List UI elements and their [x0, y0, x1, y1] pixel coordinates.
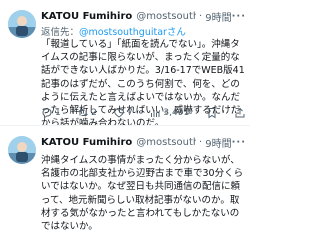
more-options-icon[interactable]: ···: [232, 11, 246, 22]
views-chart-icon: [151, 110, 160, 117]
reply-context: 返信先：@mostsouthguitarさん: [41, 24, 246, 38]
timestamp[interactable]: 9時間: [205, 9, 231, 24]
tweet-actions: 1 2 7 3,491: [41, 106, 246, 120]
tweet-header: KATOU Fumihiro @mostsouthgui... · 9時間 ··…: [41, 8, 246, 24]
reply-icon: [42, 108, 52, 119]
heart-icon: [114, 108, 125, 118]
bookmark-button[interactable]: [206, 107, 218, 119]
share-icon: [235, 107, 245, 118]
display-name[interactable]: KATOU Fumihiro: [41, 137, 132, 148]
user-handle[interactable]: @mostsouthgui...: [136, 11, 196, 22]
tweet-text: 沖縄タイムスの事情がまったく分からないが、名護市の北部支社から辺野古まで車で30…: [41, 155, 244, 233]
reply-button[interactable]: 1: [41, 107, 61, 119]
share-button[interactable]: [234, 107, 246, 119]
tweet-header: KATOU Fumihiro @mostsouthgui... · 9時間 ··…: [41, 134, 246, 150]
user-handle[interactable]: @mostsouthgui...: [136, 137, 196, 148]
reply-prefix: 返信先：: [41, 27, 80, 38]
user-avatar[interactable]: [8, 136, 36, 164]
views-count: 3,491: [163, 108, 190, 118]
like-button[interactable]: 7: [113, 107, 133, 119]
more-options-icon[interactable]: ···: [232, 137, 246, 148]
tweet[interactable]: KATOU Fumihiro @mostsouthgui... · 9時間 ··…: [0, 0, 250, 126]
timestamp[interactable]: 9時間: [205, 135, 231, 150]
tweet[interactable]: KATOU Fumihiro @mostsouthgui... · 9時間 ··…: [0, 126, 250, 251]
display-name[interactable]: KATOU Fumihiro: [41, 11, 132, 22]
reply-mention-link[interactable]: @mostsouthguitarさん: [79, 27, 186, 38]
separator-dot: ·: [199, 10, 203, 22]
retweet-count: 2: [91, 108, 97, 118]
retweet-button[interactable]: 2: [77, 107, 97, 119]
separator-dot: ·: [199, 136, 203, 148]
views-button[interactable]: 3,491: [149, 107, 189, 119]
retweet-icon: [78, 109, 88, 117]
reply-count: 1: [55, 108, 61, 118]
user-avatar[interactable]: [8, 10, 36, 38]
bookmark-icon: [208, 108, 216, 119]
like-count: 7: [127, 108, 134, 118]
